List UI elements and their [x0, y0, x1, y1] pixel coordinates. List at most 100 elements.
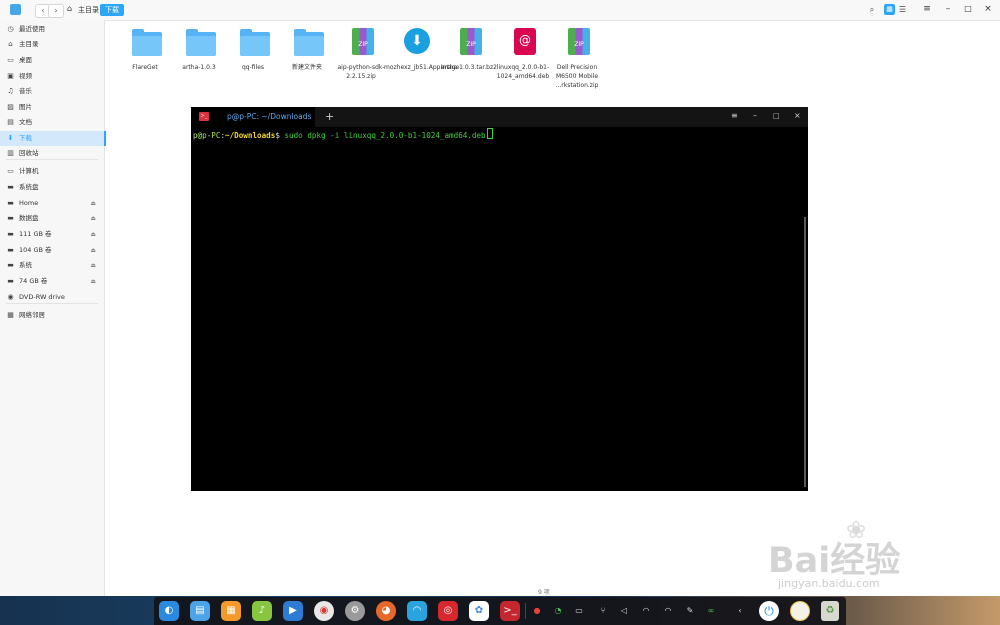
firefox-icon[interactable]: ◕ [376, 601, 396, 621]
chevron-left-icon[interactable]: ‹ [734, 606, 746, 615]
update-icon[interactable]: ◔ [552, 606, 564, 615]
terminal-menu-button[interactable]: ≡ [731, 111, 738, 120]
power-icon[interactable]: ⏻ [759, 601, 779, 621]
sidebar-item[interactable]: ▬ 数据盘 ⏏ [0, 211, 104, 226]
file-name: artha-1.0.3.tar.bz2 [441, 64, 497, 71]
item-count: 9 项 [538, 589, 550, 596]
prompt-user: p@p-PC [193, 131, 221, 140]
wifi-icon[interactable]: ◠ [662, 606, 674, 615]
pen-icon[interactable]: ✎ [684, 606, 696, 615]
record-icon[interactable]: ● [531, 606, 543, 615]
terminal-icon[interactable]: >_ [500, 601, 520, 621]
file-name: linuxqq_2.0.0-b1-1024_amd64.deb [496, 64, 550, 80]
music-player-icon[interactable]: ♪ [252, 601, 272, 621]
terminal-tab[interactable]: >_ p@p-PC: ~/Downloads [191, 107, 315, 127]
sidebar-item-label: 音乐 [19, 87, 32, 95]
baidu-netdisk-icon[interactable]: ✿ [469, 601, 489, 621]
maximize-button[interactable]: □ [962, 4, 974, 13]
usb-icon[interactable]: ⑂ [597, 606, 609, 615]
watermark-sub-text: jingyan.baidu.com [778, 577, 880, 590]
file-name: artha-1.0.3 [182, 64, 216, 71]
sidebar-item[interactable]: ▭ 桌面 [0, 53, 104, 68]
wifi-icon[interactable]: ◠ [640, 606, 652, 615]
search-icon[interactable]: ⌕ [866, 4, 878, 16]
sidebar-item-label: 最近使用 [19, 25, 45, 33]
archive-icon: ZIP [352, 28, 374, 55]
launcher-icon[interactable]: ◐ [159, 601, 179, 621]
trash-icon[interactable]: ♻ [821, 601, 839, 621]
breadcrumb-home[interactable]: 主目录 [78, 5, 99, 15]
terminal-close-button[interactable]: × [794, 111, 801, 120]
file-name: mozhexz_jb51.AppImage [384, 64, 460, 71]
close-button[interactable]: × [982, 4, 994, 14]
eject-icon[interactable]: ⏏ [90, 211, 96, 226]
terminal-minimize-button[interactable]: – [753, 111, 757, 120]
browser-icon[interactable]: ◠ [407, 601, 427, 621]
sidebar-item[interactable]: ▦ 网络邻居 [0, 308, 104, 323]
document-icon: ▤ [7, 118, 14, 126]
forward-button[interactable]: › [48, 4, 64, 18]
menu-button[interactable]: ≡ [921, 4, 933, 14]
sidebar-item[interactable]: ◷ 最近使用 [0, 22, 104, 37]
sidebar-item-label: 数据盘 [19, 214, 39, 222]
chrome-icon[interactable]: ◉ [314, 601, 334, 621]
sidebar-item[interactable]: ▤ 文档 [0, 115, 104, 130]
folder-icon [186, 29, 216, 56]
eject-icon[interactable]: ⏏ [90, 243, 96, 258]
eject-icon[interactable]: ⏏ [90, 258, 96, 273]
link-icon[interactable]: ∞ [705, 606, 717, 615]
terminal-command: sudo dpkg -i linuxqq_2.0.0-b1-1024_amd64… [284, 131, 486, 140]
folder-icon [240, 29, 270, 56]
sidebar-item[interactable]: ▣ 视频 [0, 69, 104, 84]
sidebar-item[interactable]: ▨ 图片 [0, 100, 104, 115]
icon-view-button[interactable]: ▦ [884, 4, 895, 15]
eject-icon[interactable]: ⏏ [90, 274, 96, 289]
folder-icon [132, 29, 162, 56]
list-view-button[interactable]: ☰ [897, 4, 908, 15]
file-name: aip-python-sdk-2.2.15.zip [337, 64, 385, 80]
sidebar-item[interactable]: ▬ 系统 ⏏ [0, 258, 104, 273]
terminal-icon: >_ [199, 112, 209, 121]
eject-icon[interactable]: ⏏ [90, 227, 96, 242]
sidebar-item-label: 主目录 [19, 40, 39, 48]
clock-icon[interactable] [790, 601, 810, 621]
settings-icon[interactable]: ⚙ [345, 601, 365, 621]
sidebar-item[interactable]: ⌂ 主目录 [0, 37, 104, 52]
sidebar-item[interactable]: ⬇ 下载 [0, 131, 106, 146]
sidebar-item[interactable]: ▬ 74 GB 卷 ⏏ [0, 274, 104, 289]
sidebar-item[interactable]: ▬ 系统盘 [0, 180, 104, 195]
network-icon: ▦ [7, 311, 14, 319]
sidebar-item-label: 系统盘 [19, 183, 39, 191]
terminal-command-line[interactable]: p@p-PC:~/Downloads$ sudo dpkg -i linuxqq… [193, 128, 493, 140]
archive-icon: ZIP [460, 28, 482, 55]
minimize-button[interactable]: – [942, 4, 954, 14]
sidebar-item-label: 下载 [19, 134, 32, 142]
archive-icon: ZIP [568, 28, 590, 55]
optical-drive-icon: ◉ [7, 293, 14, 301]
app-store-icon[interactable]: ▦ [221, 601, 241, 621]
file-grid: FlareGet artha-1.0.3 qq-files 新建文件夹 ZIP aip-p… [104, 20, 1000, 100]
home-icon[interactable]: ⌂ [67, 4, 72, 13]
trash-icon: ▥ [7, 149, 14, 157]
terminal-maximize-button[interactable]: □ [773, 112, 780, 120]
home-icon: ⌂ [8, 40, 13, 48]
sidebar-item[interactable]: ♫ 音乐 [0, 84, 104, 99]
sidebar-item[interactable]: ▭ 计算机 [0, 164, 104, 179]
terminal-scrollbar[interactable] [804, 217, 806, 487]
breadcrumb-current[interactable]: 下载 [100, 4, 124, 16]
video-player-icon[interactable]: ▶ [283, 601, 303, 621]
disk-icon: ▬ [7, 261, 14, 269]
netease-music-icon[interactable]: ◎ [438, 601, 458, 621]
sidebar-item[interactable]: ▬ 104 GB 卷 ⏏ [0, 243, 104, 258]
file-manager-icon[interactable]: ▤ [190, 601, 210, 621]
sidebar-item-label: 文档 [19, 118, 32, 126]
eject-icon[interactable]: ⏏ [90, 196, 96, 211]
sidebar-item[interactable]: ▬ Home ⏏ [0, 196, 104, 211]
new-tab-button[interactable]: + [325, 110, 334, 123]
keyboard-icon[interactable]: ▭ [573, 606, 585, 615]
volume-icon[interactable]: ◁ [618, 606, 630, 615]
sidebar-item[interactable]: ▬ 111 GB 卷 ⏏ [0, 227, 104, 242]
sidebar-item-label: 111 GB 卷 [19, 230, 52, 238]
file-name: qq-files [241, 64, 265, 71]
music-icon: ♫ [7, 87, 14, 95]
